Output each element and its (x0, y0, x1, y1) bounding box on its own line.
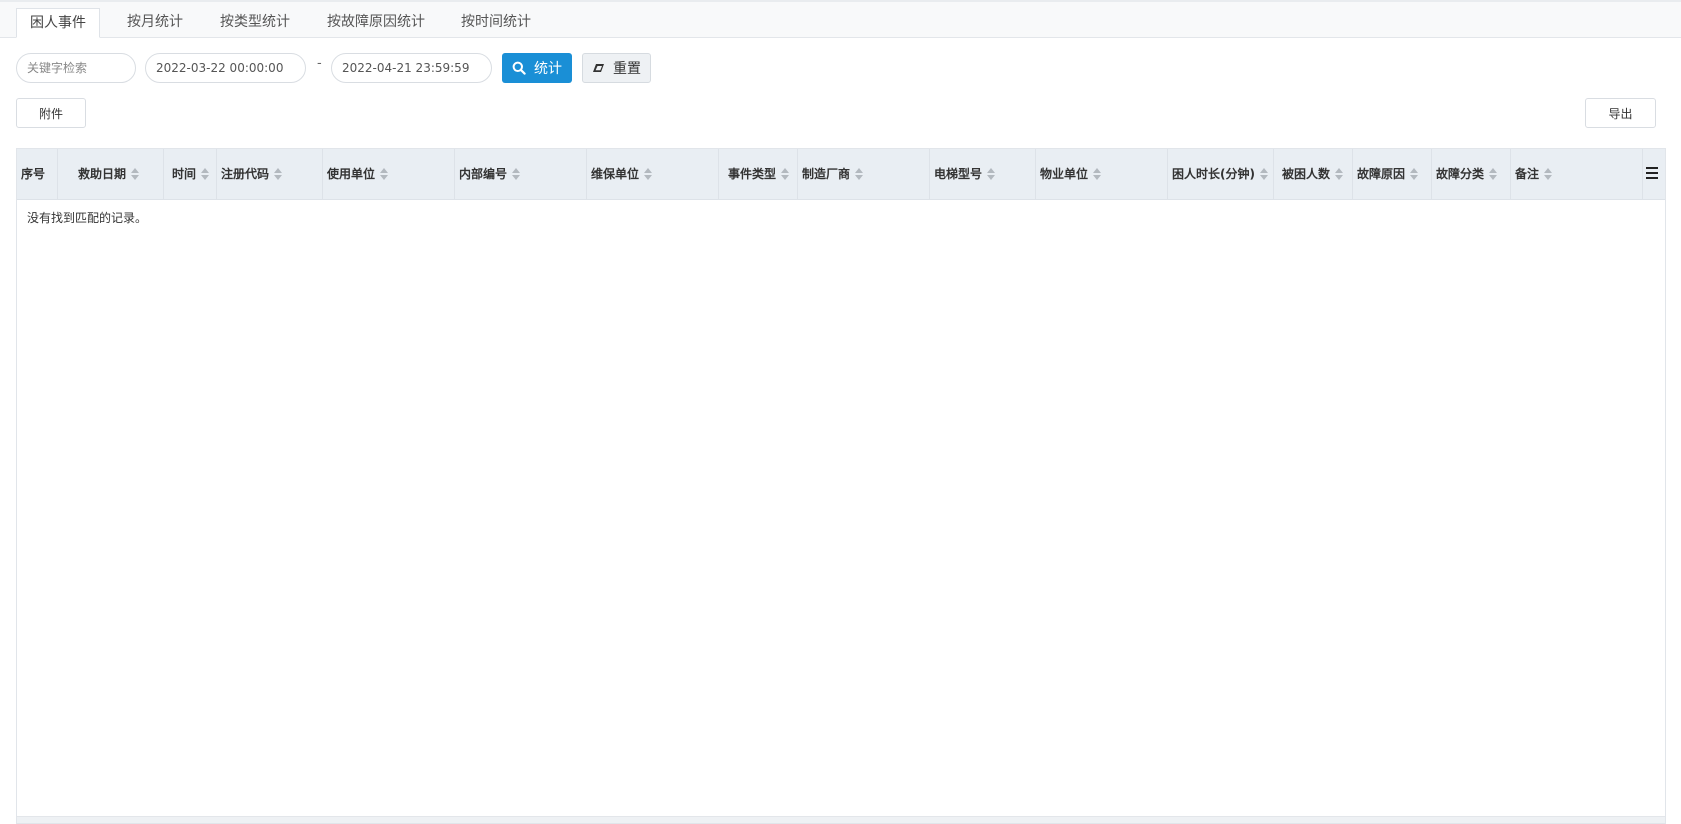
col-header-label: 内部编号 (459, 167, 508, 181)
column-menu-icon[interactable] (1645, 166, 1659, 180)
events-table: 序号 救助日期 时间 注册代码 使用单位 内部编号 维保单位 事件类型 制造厂商… (16, 148, 1666, 824)
col-header-remarks[interactable]: 备注 (1511, 149, 1643, 199)
sort-icon (1489, 167, 1498, 180)
col-header-label: 物业单位 (1040, 167, 1089, 181)
sort-icon (131, 167, 140, 180)
col-header-index: 序号 (17, 149, 58, 199)
tab-time-stats[interactable]: 按时间统计 (449, 8, 543, 38)
sort-icon (855, 167, 864, 180)
keyword-search-input[interactable] (16, 53, 136, 83)
horizontal-scrollbar[interactable] (17, 816, 1665, 823)
col-header-trapped-duration[interactable]: 困人时长(分钟) (1168, 149, 1274, 199)
sort-icon (1259, 167, 1269, 180)
col-header-rescue-date[interactable]: 救助日期 (58, 149, 164, 199)
col-header-label: 维保单位 (591, 167, 640, 181)
search-icon (512, 61, 526, 75)
sort-icon (1093, 167, 1102, 180)
table-header: 序号 救助日期 时间 注册代码 使用单位 内部编号 维保单位 事件类型 制造厂商… (17, 149, 1665, 200)
col-header-fault-reason[interactable]: 故障原因 (1353, 149, 1432, 199)
col-header-label: 被困人数 (1282, 167, 1331, 181)
col-header-manufacturer[interactable]: 制造厂商 (798, 149, 930, 199)
tab-monthly-stats[interactable]: 按月统计 (110, 8, 200, 38)
statistics-button-label: 统计 (534, 61, 562, 77)
end-date-input[interactable] (331, 53, 492, 83)
sort-icon (512, 167, 521, 180)
sort-icon (987, 167, 996, 180)
col-header-property-unit[interactable]: 物业单位 (1036, 149, 1168, 199)
tab-type-stats[interactable]: 按类型统计 (206, 8, 304, 38)
empty-table-message: 没有找到匹配的记录。 (27, 211, 148, 225)
col-header-maintenance-unit[interactable]: 维保单位 (587, 149, 719, 199)
col-header-label: 故障分类 (1436, 167, 1485, 181)
sort-icon (644, 167, 653, 180)
col-header-event-type[interactable]: 事件类型 (719, 149, 798, 199)
col-header-registration-code[interactable]: 注册代码 (217, 149, 323, 199)
col-header-label: 电梯型号 (934, 167, 983, 181)
col-header-user-unit[interactable]: 使用单位 (323, 149, 455, 199)
tab-fault-reason-stats[interactable]: 按故障原因统计 (315, 8, 437, 38)
col-header-label: 救助日期 (78, 167, 127, 181)
sort-icon (380, 167, 389, 180)
export-button[interactable]: 导出 (1585, 98, 1656, 128)
col-header-time[interactable]: 时间 (164, 149, 217, 199)
col-header-trapped-count[interactable]: 被困人数 (1274, 149, 1353, 199)
reset-button[interactable]: 重置 (582, 53, 651, 83)
sort-icon (1410, 167, 1419, 180)
col-header-elevator-model[interactable]: 电梯型号 (930, 149, 1036, 199)
col-header-label: 制造厂商 (802, 167, 851, 181)
sort-icon (1335, 167, 1344, 180)
tab-bar: 困人事件 按月统计 按类型统计 按故障原因统计 按时间统计 (0, 2, 1681, 38)
sort-icon (781, 167, 790, 180)
date-range-separator: - (317, 56, 322, 71)
col-header-label: 时间 (172, 167, 197, 181)
sort-icon (201, 167, 210, 180)
start-date-input[interactable] (145, 53, 306, 83)
col-header-internal-number[interactable]: 内部编号 (455, 149, 587, 199)
reset-button-label: 重置 (613, 61, 641, 77)
col-header-label: 序号 (21, 167, 46, 181)
col-header-label: 事件类型 (728, 167, 777, 181)
col-header-label: 备注 (1515, 167, 1540, 181)
col-header-label: 故障原因 (1357, 167, 1406, 181)
tab-trapped-events[interactable]: 困人事件 (16, 8, 100, 38)
statistics-button[interactable]: 统计 (502, 53, 572, 83)
sort-icon (274, 167, 283, 180)
sort-icon (1544, 167, 1553, 180)
attachment-button[interactable]: 附件 (16, 98, 86, 128)
eraser-icon (593, 64, 604, 72)
col-header-label: 注册代码 (221, 167, 270, 181)
col-header-label: 使用单位 (327, 167, 376, 181)
col-header-label: 困人时长(分钟) (1172, 167, 1255, 181)
col-header-fault-category[interactable]: 故障分类 (1432, 149, 1511, 199)
